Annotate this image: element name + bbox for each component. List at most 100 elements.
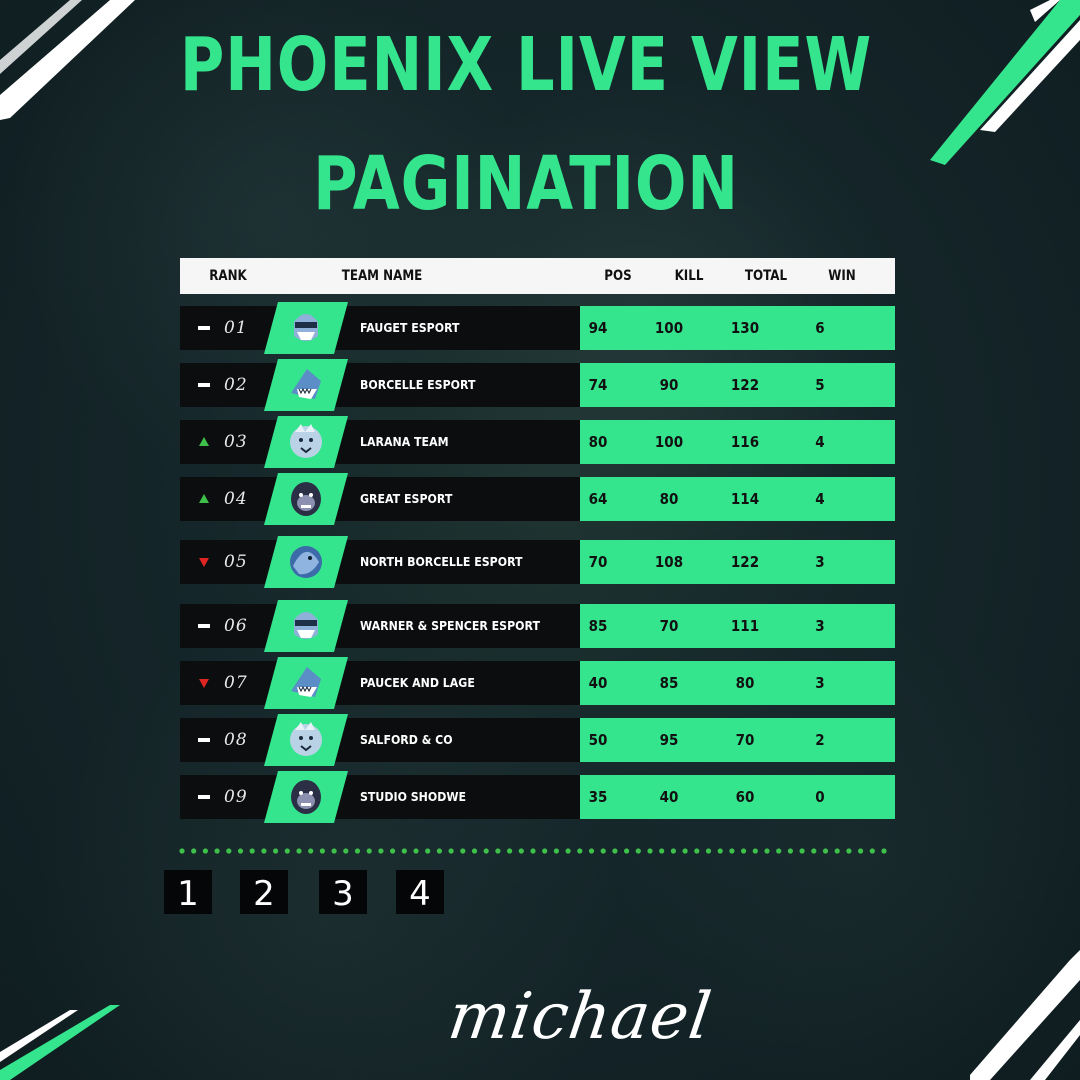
pos-value: 35 [588,788,608,806]
masked-hero-logo-icon [264,600,348,652]
row-team-section: 07 PAUCEK AND LAGE [180,657,580,709]
dotted-divider [179,848,887,854]
table-row: 09 STUDIO SHODWE 35 40 60 0 [180,771,895,823]
rank-number: 04 [224,489,248,509]
total-value: 111 [730,617,760,635]
win-value: 5 [815,376,825,394]
kill-value: 100 [654,433,684,451]
wolf-logo-icon [264,416,348,468]
kill-value: 40 [659,788,679,806]
team-name: SALFORD & CO [360,732,453,747]
kill-value: 95 [659,731,679,749]
table-row: 08 SALFORD & CO 50 95 70 2 [180,714,895,766]
header-win: WIN [828,268,856,284]
total-value: 70 [735,731,755,749]
team-name: NORTH BORCELLE ESPORT [360,554,523,569]
rank-number: 02 [224,375,248,395]
no-change-icon [198,738,210,742]
total-value: 122 [730,553,760,571]
pos-value: 70 [588,553,608,571]
win-value: 2 [815,731,825,749]
team-name: STUDIO SHODWE [360,789,467,804]
rank-down-icon [199,679,209,688]
pos-value: 64 [588,490,608,508]
row-stats-section: 35 40 60 0 [580,775,895,819]
rank-number: 05 [224,552,248,572]
table-row: 05 NORTH BORCELLE ESPORT 70 108 122 3 [180,536,895,588]
no-change-icon [198,624,210,628]
header-rank: RANK [209,268,247,284]
brush-stroke-bottom-right [970,950,1080,1080]
no-change-icon [198,795,210,799]
kill-value: 108 [654,553,684,571]
rank-down-icon [199,558,209,567]
kill-value: 70 [659,617,679,635]
rank-number: 06 [224,616,248,636]
row-stats-section: 50 95 70 2 [580,718,895,762]
pos-value: 94 [588,319,608,337]
row-team-section: 05 NORTH BORCELLE ESPORT [180,536,580,588]
total-value: 60 [735,788,755,806]
table-row: 01 FAUGET ESPORT 94 100 130 6 [180,302,895,354]
row-stats-section: 64 80 114 4 [580,477,895,521]
gorilla-logo-icon [264,473,348,525]
page-button-2[interactable]: 2 [240,870,288,914]
rank-up-icon [199,494,209,503]
pos-value: 40 [588,674,608,692]
signature: michael munavu [430,980,717,1080]
win-value: 4 [815,490,825,508]
kill-value: 85 [659,674,679,692]
page-title-line-2: PAGINATION [313,141,739,227]
rank-number: 08 [224,730,248,750]
brush-stroke-bottom-left [0,1005,120,1080]
table-row: 06 WARNER & SPENCER ESPORT 85 70 111 3 [180,600,895,652]
kill-value: 80 [659,490,679,508]
page-button-1[interactable]: 1 [164,870,212,914]
table-row: 07 PAUCEK AND LAGE 40 85 80 3 [180,657,895,709]
wolf-logo-icon [264,714,348,766]
row-team-section: 03 LARANA TEAM [180,416,580,468]
page-button-4[interactable]: 4 [396,870,444,914]
row-team-section: 01 FAUGET ESPORT [180,302,580,354]
dragon-logo-icon [264,536,348,588]
no-change-icon [198,383,210,387]
row-team-section: 04 GREAT ESPORT [180,473,580,525]
total-value: 114 [730,490,760,508]
masked-hero-logo-icon [264,302,348,354]
pos-value: 80 [588,433,608,451]
rank-number: 01 [224,318,248,338]
header-team-name: TEAM NAME [341,268,423,284]
row-stats-section: 94 100 130 6 [580,306,895,350]
row-team-section: 06 WARNER & SPENCER ESPORT [180,600,580,652]
row-stats-section: 74 90 122 5 [580,363,895,407]
table-row: 03 LARANA TEAM 80 100 116 4 [180,416,895,468]
shark-logo-icon [264,359,348,411]
kill-value: 90 [659,376,679,394]
team-name: BORCELLE ESPORT [360,377,476,392]
no-change-icon [198,326,210,330]
shark-logo-icon [264,657,348,709]
team-name: LARANA TEAM [360,434,449,449]
pos-value: 50 [588,731,608,749]
row-stats-section: 40 85 80 3 [580,661,895,705]
row-team-section: 08 SALFORD & CO [180,714,580,766]
rank-number: 03 [224,432,248,452]
total-value: 130 [730,319,760,337]
table-row: 02 BORCELLE ESPORT 74 90 122 5 [180,359,895,411]
win-value: 4 [815,433,825,451]
row-team-section: 02 BORCELLE ESPORT [180,359,580,411]
rank-up-icon [199,437,209,446]
header-total: TOTAL [744,268,788,284]
team-name: WARNER & SPENCER ESPORT [360,618,540,633]
win-value: 3 [815,674,825,692]
total-value: 122 [730,376,760,394]
page-button-3[interactable]: 3 [319,870,367,914]
pos-value: 74 [588,376,608,394]
row-stats-section: 85 70 111 3 [580,604,895,648]
header-kill: KILL [674,268,704,284]
win-value: 0 [815,788,825,806]
win-value: 3 [815,553,825,571]
team-name: GREAT ESPORT [360,491,453,506]
table-row: 04 GREAT ESPORT 64 80 114 4 [180,473,895,525]
kill-value: 100 [654,319,684,337]
